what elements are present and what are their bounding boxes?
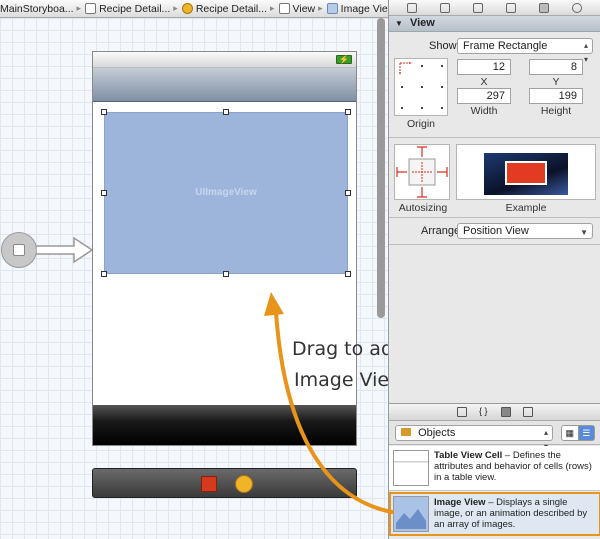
image-view-icon	[326, 3, 338, 14]
arrange-label: Arrange	[421, 225, 461, 237]
navigation-bar[interactable]	[93, 68, 356, 102]
first-responder-icon[interactable]	[201, 476, 217, 492]
folder-icon	[401, 428, 411, 436]
scene-dock	[92, 468, 357, 498]
initial-scene-icon[interactable]	[1, 232, 37, 268]
autosizing-control[interactable]	[394, 144, 450, 200]
example-preview	[456, 144, 596, 200]
breadcrumb-item-storyboard[interactable]: MainStoryboa... ▸	[0, 0, 81, 17]
object-library-icon[interactable]	[501, 407, 511, 417]
breadcrumb-label: MainStoryboa...	[0, 2, 74, 15]
resize-handle[interactable]	[101, 271, 107, 277]
battery-icon: ⚡	[336, 55, 352, 64]
resize-handle[interactable]	[223, 271, 229, 277]
view-controller-icon[interactable]	[235, 475, 253, 493]
identity-inspector-icon[interactable]	[472, 2, 483, 13]
library-item-title: Table View Cell	[434, 450, 503, 461]
file-template-icon[interactable]	[457, 407, 467, 417]
library-item-title: Image View	[434, 497, 486, 508]
divider	[389, 217, 600, 218]
library-item-image-view[interactable]: Image View – Displays a single image, or…	[389, 492, 600, 536]
storyboard-canvas[interactable]: ⚡ UIImageView Drag to add Image View	[0, 18, 405, 539]
breadcrumb-label: Image View	[340, 2, 388, 15]
width-label: Width	[470, 105, 498, 117]
resize-handle[interactable]	[223, 109, 229, 115]
breadcrumb-label: View	[292, 2, 316, 15]
grid-view-icon[interactable]: ▦	[562, 426, 579, 440]
inspector-tabs	[389, 0, 600, 16]
library-toolbar: Objects ▴▾ ▦ ☰	[389, 421, 600, 451]
breadcrumb-label: Recipe Detail...	[195, 2, 268, 15]
x-label: X	[480, 76, 488, 88]
code-snippet-icon[interactable]: { }	[479, 407, 489, 417]
show-popup[interactable]: Frame Rectangle ▴ ▾	[457, 38, 593, 64]
updown-arrow-icon: ▴▾	[583, 41, 588, 64]
resize-handle[interactable]	[101, 190, 107, 196]
jump-bar: MainStoryboa... ▸ Recipe Detail... ▸ Rec…	[0, 0, 388, 18]
breadcrumb-item-view-controller[interactable]: Recipe Detail... ▸	[178, 0, 275, 17]
origin-marker-icon	[399, 62, 412, 75]
y-field[interactable]: 8	[529, 59, 583, 75]
status-bar: ⚡	[93, 52, 356, 68]
example-label: Example	[505, 202, 547, 214]
section-header-view[interactable]: ▼ View	[389, 16, 600, 32]
breadcrumb-item-view[interactable]: View ▸	[275, 0, 323, 17]
entry-arrow-icon	[36, 236, 94, 264]
show-label: Show	[429, 40, 457, 52]
media-library-icon[interactable]	[523, 407, 533, 417]
resize-handle[interactable]	[345, 190, 351, 196]
origin-label: Origin	[406, 118, 435, 130]
canvas-scrollbar[interactable]	[377, 18, 385, 318]
chevron-down-icon: ▼	[580, 228, 588, 237]
origin-picker[interactable]	[394, 58, 448, 116]
height-label: Height	[540, 105, 572, 117]
divider	[389, 244, 600, 245]
height-field[interactable]: 199	[529, 88, 583, 104]
view-icon	[278, 3, 290, 14]
scene-icon	[85, 3, 97, 14]
width-field[interactable]: 297	[457, 88, 511, 104]
breadcrumb-item-scene[interactable]: Recipe Detail... ▸	[81, 0, 178, 17]
y-label: Y	[552, 76, 560, 88]
arrange-popup-value: Position View	[463, 225, 529, 237]
x-field[interactable]: 12	[457, 59, 511, 75]
library-item-description: Image View – Displays a single image, or…	[434, 497, 598, 530]
view-mode-toggle[interactable]: ▦ ☰	[561, 425, 595, 441]
library-item-description: Table View Cell – Defines the attributes…	[434, 450, 598, 483]
inspector-panel: ▼ View Show Frame Rectangle ▴ ▾ Origin 12…	[388, 0, 600, 539]
autosizing-label: Autosizing	[398, 202, 448, 214]
breadcrumb-item-image-view[interactable]: Image View	[323, 0, 388, 17]
divider	[389, 137, 600, 138]
breadcrumb-label: Recipe Detail...	[99, 2, 171, 15]
list-view-icon[interactable]: ☰	[578, 426, 594, 440]
library-item-table-view-cell[interactable]: Table View Cell – Defines the attributes…	[389, 446, 600, 491]
resize-handle[interactable]	[345, 109, 351, 115]
resize-handle[interactable]	[101, 109, 107, 115]
show-popup-value: Frame Rectangle	[463, 40, 548, 52]
size-inspector-icon[interactable]	[539, 2, 550, 13]
table-view-cell-icon	[393, 450, 429, 486]
library-selector-value: Objects	[418, 427, 456, 439]
toolbar-bottom	[93, 405, 356, 445]
disclosure-triangle-icon: ▼	[395, 19, 403, 28]
connections-inspector-icon[interactable]	[572, 2, 583, 13]
resize-handle[interactable]	[345, 271, 351, 277]
image-view[interactable]: UIImageView	[104, 112, 348, 274]
image-view-icon	[393, 496, 429, 532]
image-view-label: UIImageView	[195, 187, 257, 198]
arrange-popup[interactable]: Position View ▼	[457, 223, 593, 239]
file-inspector-icon[interactable]	[406, 2, 417, 13]
library-selector[interactable]: Objects ▴▾	[395, 425, 553, 451]
library-tabs: { }	[389, 403, 600, 421]
autosizing-struts-icon	[396, 146, 448, 198]
example-image	[484, 153, 568, 195]
attributes-inspector-icon[interactable]	[506, 2, 517, 13]
section-title: View	[409, 17, 435, 29]
view-controller-icon	[181, 3, 193, 14]
help-inspector-icon[interactable]	[439, 2, 450, 13]
